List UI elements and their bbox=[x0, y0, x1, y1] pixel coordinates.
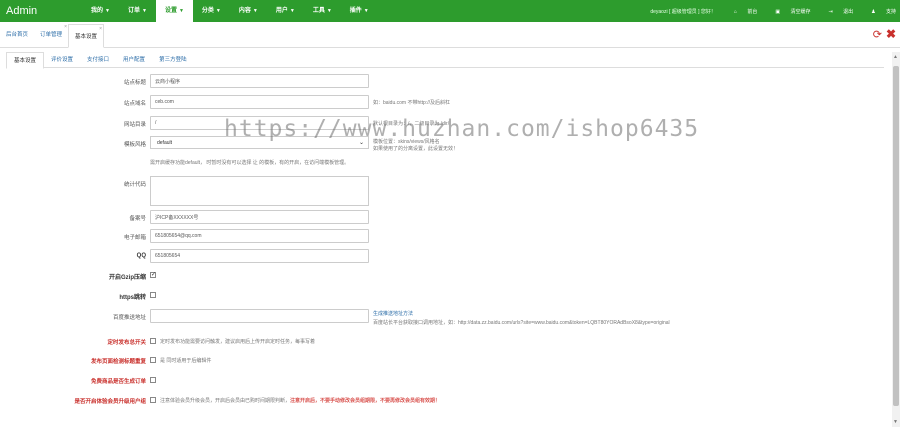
logout-icon: ⇥ bbox=[828, 8, 833, 15]
site-domain-input[interactable]: ceb.com bbox=[150, 95, 369, 109]
template-hint-2: 如果使用了的分离设置，此设置无效！ bbox=[373, 146, 459, 152]
tab-basic-settings[interactable]: 基本设置 × bbox=[68, 24, 105, 48]
tab-orders[interactable]: 订单管理 × bbox=[34, 23, 68, 47]
free-order-checkbox[interactable] bbox=[150, 377, 156, 383]
caret-down-icon: ▼ bbox=[141, 8, 147, 14]
qq-input[interactable]: 651805654 bbox=[150, 249, 369, 263]
https-label: https跳转 bbox=[119, 295, 146, 301]
nav-content[interactable]: 内容 ▼ bbox=[230, 0, 267, 22]
https-checkbox[interactable] bbox=[150, 292, 156, 298]
tab-home[interactable]: 后台首页 bbox=[0, 23, 34, 47]
baidu-push-input[interactable] bbox=[150, 309, 369, 323]
order-limit-label: 定时发布总开关 bbox=[107, 340, 146, 346]
site-domain-label: 站点域名 bbox=[123, 101, 146, 107]
icp-input[interactable]: 沪ICP备XXXXXX号 bbox=[150, 210, 369, 224]
gzip-label: 开启Gzip压缩 bbox=[109, 275, 146, 281]
subtab-user-config[interactable]: 用户配置 bbox=[116, 52, 152, 68]
nav-tools[interactable]: 工具 ▼ bbox=[304, 0, 341, 22]
support-link[interactable]: ♟ 支持 bbox=[862, 8, 896, 15]
subtab-payment[interactable]: 支付接口 bbox=[80, 52, 116, 68]
template-label: 模板风格 bbox=[123, 142, 146, 148]
caret-down-icon: ▼ bbox=[363, 8, 369, 14]
top-right-links: deyaozi [ 超级管理员 ] 您好！ ⌂ 前台 ▣ 清空缓存 ⇥ 退出 ♟… bbox=[641, 8, 900, 15]
logout-link[interactable]: ⇥ 退出 bbox=[820, 8, 854, 15]
site-title-label: 站点标题 bbox=[123, 80, 146, 86]
caret-down-icon: ▼ bbox=[178, 8, 184, 14]
mobile-hint: 注意体验会员升级会员，开启后会员由已购时间期限判断，注意开启后，不要手动修改会员… bbox=[160, 398, 441, 404]
close-icon[interactable]: ✖ bbox=[886, 27, 896, 41]
mobile-checkbox[interactable] bbox=[150, 397, 156, 403]
caret-down-icon: ▼ bbox=[252, 8, 258, 14]
scroll-thumb[interactable] bbox=[893, 66, 899, 406]
subtab-third-party-login[interactable]: 第三方登陆 bbox=[152, 52, 194, 68]
email-input[interactable]: 651805654@qq.com bbox=[150, 229, 369, 243]
nav-plugins[interactable]: 插件 ▼ bbox=[341, 0, 378, 22]
brand-logo[interactable]: Admin bbox=[0, 5, 82, 17]
nav-category[interactable]: 分类 ▼ bbox=[193, 0, 230, 22]
icp-label: 备案号 bbox=[129, 216, 146, 222]
caret-down-icon: ▼ bbox=[105, 8, 110, 14]
top-navbar: Admin 我的 ▼ 订单 ▼ 设置 ▼ 分类 ▼ 内容 ▼ 用户 ▼ 工具 ▼ 插件 ▼ de… bbox=[0, 0, 900, 22]
gzip-checkbox[interactable] bbox=[150, 271, 156, 278]
auto-check-checkbox[interactable] bbox=[150, 357, 156, 363]
baidu-push-help-link[interactable]: 生成推送地址方法 bbox=[373, 310, 413, 317]
install-dir-label: 网站目录 bbox=[123, 122, 146, 128]
auto-check-hint: 是 同时适用于后编辑件 bbox=[160, 358, 212, 364]
order-limit-hint: 定时发布功能需要访问触发，建议启用后上传开启定时任务，每事写着 bbox=[160, 339, 316, 345]
subtab-review[interactable]: 评价设置 bbox=[44, 52, 80, 68]
mobile-label: 是否开启体验会员升级用户组 bbox=[74, 399, 146, 405]
order-limit-checkbox[interactable] bbox=[150, 338, 156, 344]
baidu-push-hint: 百度站长平台获取接口调用地址，如：http://data.zz.baidu.co… bbox=[373, 320, 670, 326]
nav-users[interactable]: 用户 ▼ bbox=[267, 0, 304, 22]
nav-settings[interactable]: 设置 ▼ bbox=[155, 0, 193, 22]
free-order-label: 免费商品是否生成订单 bbox=[90, 379, 146, 385]
nav-orders[interactable]: 订单 ▼ bbox=[119, 0, 156, 22]
close-tab-icon[interactable]: × bbox=[64, 15, 67, 39]
email-label: 电子邮箱 bbox=[123, 235, 146, 241]
auto-check-label: 发布页面检测标题重复 bbox=[90, 359, 146, 365]
scroll-up-icon[interactable]: ▲ bbox=[893, 54, 898, 60]
subtab-basic[interactable]: 基本设置 bbox=[6, 52, 45, 69]
settings-subtabs: 基本设置 评价设置 支付接口 用户配置 第三方登陆 bbox=[6, 52, 884, 69]
site-title-input[interactable]: 云商小程序 bbox=[150, 74, 369, 88]
baidu-push-label: 百度推送地址 bbox=[112, 315, 146, 321]
caret-down-icon: ▼ bbox=[289, 8, 295, 14]
clear-cache-link[interactable]: ▣ 清空缓存 bbox=[766, 8, 810, 15]
current-user[interactable]: deyaozi [ 超级管理员 ] 您好！ bbox=[650, 8, 716, 15]
template-note: 需开启缓存功能default， 时暂时没有可以选择 让 的模板，有的开启，在访问… bbox=[150, 160, 350, 166]
watermark-text: https://www.huzhan.com/ishop6435 bbox=[224, 116, 700, 142]
refresh-icon[interactable]: ⟳ bbox=[873, 28, 882, 41]
caret-down-icon: ▼ bbox=[215, 8, 221, 14]
page-tabs: 后台首页 订单管理 × 基本设置 × bbox=[0, 22, 900, 48]
frontend-link[interactable]: ⌂ 前台 bbox=[725, 8, 757, 15]
qq-label: QQ bbox=[136, 253, 146, 259]
home-icon: ⌂ bbox=[733, 8, 737, 15]
close-tab-icon[interactable]: × bbox=[99, 17, 102, 41]
scroll-down-icon[interactable]: ▼ bbox=[893, 419, 898, 425]
stats-code-label: 统计代码 bbox=[123, 182, 146, 188]
page-scrollbar[interactable]: ▲ ▼ bbox=[892, 52, 900, 427]
stats-code-textarea[interactable] bbox=[150, 176, 369, 206]
site-domain-hint: 如：baidu.com 不带http://及后斜杠 bbox=[373, 100, 450, 106]
user-icon: ♟ bbox=[871, 8, 876, 15]
caret-down-icon: ▼ bbox=[326, 8, 332, 14]
trash-icon: ▣ bbox=[775, 8, 781, 15]
